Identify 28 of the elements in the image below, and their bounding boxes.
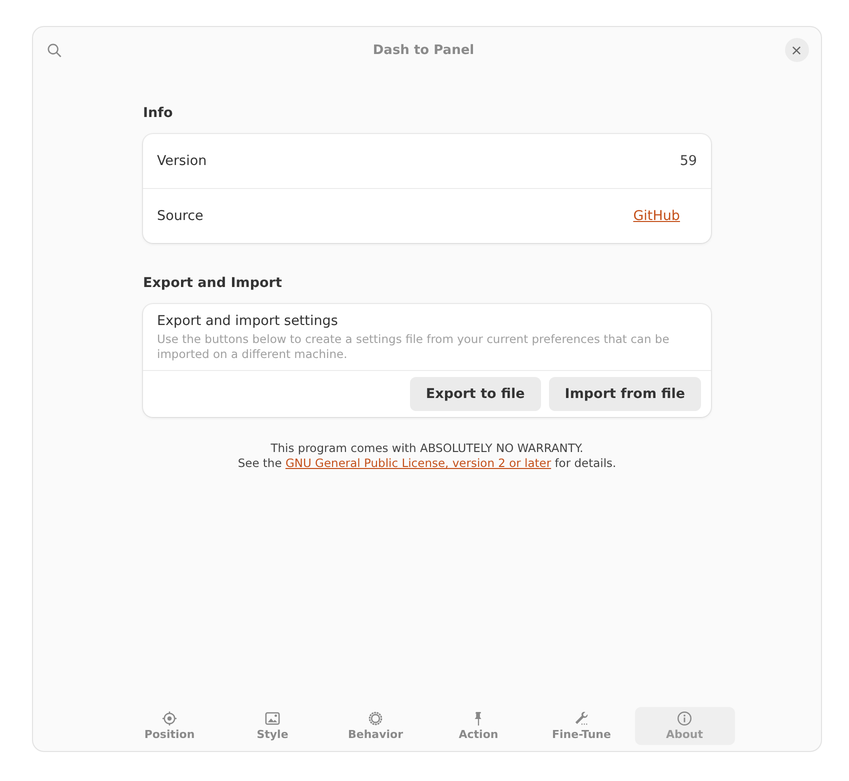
section-title: Info bbox=[143, 105, 174, 121]
image-icon bbox=[265, 711, 280, 726]
row-label: Source bbox=[157, 208, 204, 224]
nav-tab[interactable]: Style bbox=[222, 707, 322, 745]
license-text: See the GNU General Public License, version 2 or later for details. bbox=[238, 456, 616, 471]
close-icon bbox=[792, 46, 802, 54]
section-title: Export and Import bbox=[143, 275, 283, 291]
nav-tab[interactable]: Behavior bbox=[326, 707, 426, 745]
gear-icon bbox=[368, 711, 383, 726]
info-icon bbox=[677, 711, 692, 726]
warranty-text: This program comes with ABSOLUTELY NO WARRANTY. bbox=[270, 441, 584, 456]
window-title: Dash to Panel bbox=[372, 42, 474, 58]
nav-tab[interactable]: Position bbox=[120, 707, 220, 745]
wrench-icon bbox=[574, 711, 589, 726]
row-label: Version bbox=[157, 153, 207, 169]
position-icon bbox=[162, 711, 177, 726]
row-value: 59 bbox=[680, 153, 697, 169]
license-link[interactable]: GNU General Public License, version 2 or later bbox=[285, 456, 552, 470]
row-label: Export and import settings bbox=[157, 313, 339, 329]
nav-tab[interactable]: Fine-Tune bbox=[532, 707, 632, 745]
row-description: Use the buttons below to create a settings file from your current preferences that can be imported on a different machine. bbox=[157, 332, 670, 362]
close-button[interactable] bbox=[784, 38, 809, 62]
nav-tab[interactable]: About bbox=[634, 707, 734, 745]
import-button[interactable]: Import from file bbox=[548, 377, 701, 411]
nav-tab[interactable]: Action bbox=[428, 707, 528, 745]
source-link[interactable]: GitHub bbox=[633, 208, 680, 224]
export-button[interactable]: Export to file bbox=[410, 377, 541, 411]
search-icon[interactable] bbox=[47, 42, 62, 58]
